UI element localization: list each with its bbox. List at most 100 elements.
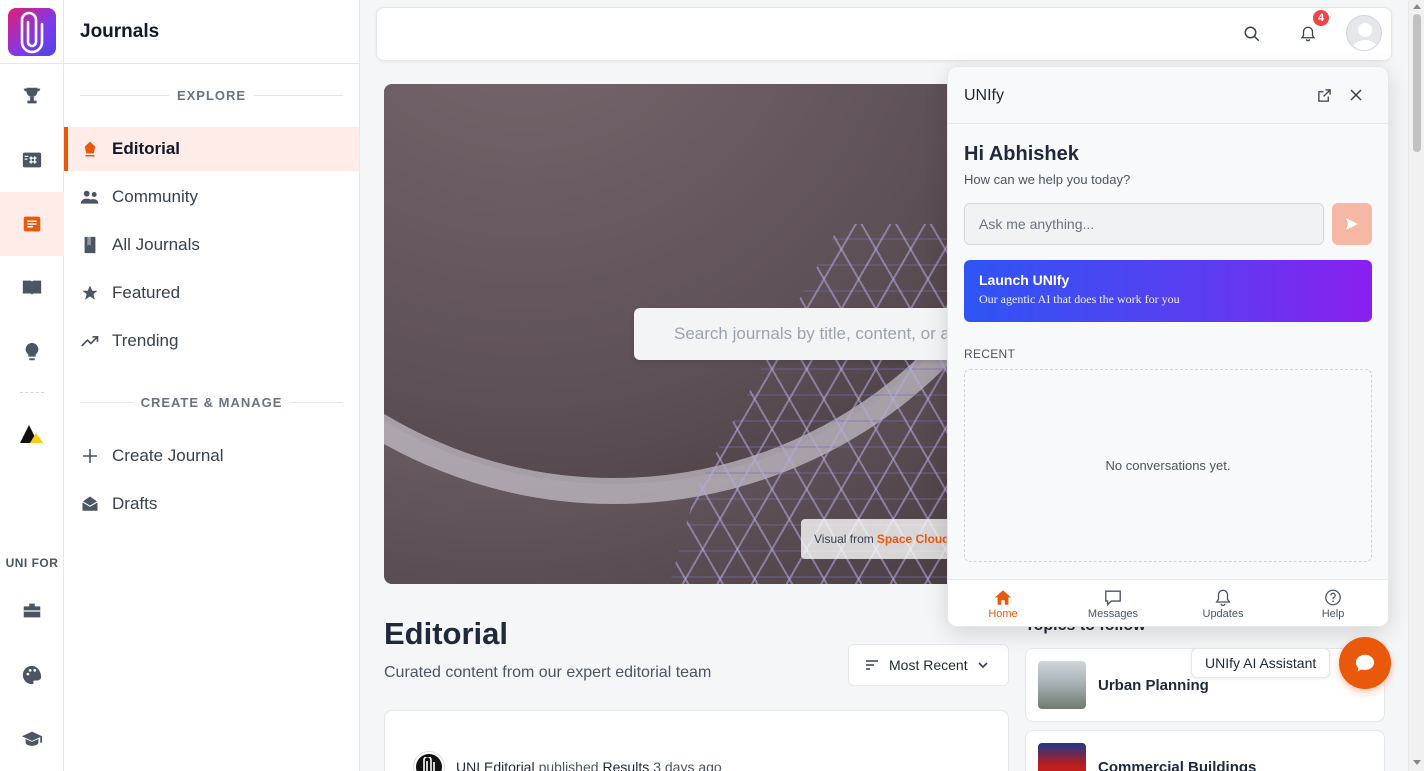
sidebar-item-label: All Journals (112, 235, 200, 254)
rail-library[interactable] (0, 256, 64, 320)
send-button[interactable] (1332, 203, 1372, 245)
post-meta: UNI Editorial published Results 3 days a… (414, 752, 726, 771)
sort-label: Most Recent (889, 657, 968, 673)
envelope-open-icon (80, 494, 100, 514)
briefcase-icon (23, 603, 41, 618)
sidebar-item-trending[interactable]: Trending (64, 319, 359, 363)
chat-input[interactable] (964, 203, 1324, 245)
rail-partner[interactable] (0, 402, 64, 466)
topic-thumbnail (1038, 661, 1086, 709)
tab-label: Updates (1202, 607, 1244, 620)
rail-trophy[interactable] (0, 64, 64, 128)
image-credit: Visual from Space Cloud (801, 519, 948, 559)
rail-journals[interactable] (0, 192, 64, 256)
tab-label: Home (988, 607, 1018, 620)
chat-bubble-icon (1355, 654, 1375, 672)
sort-dropdown[interactable]: Most Recent (848, 644, 1009, 686)
external-link-icon (1317, 88, 1331, 102)
partner-triangle-icon (20, 425, 43, 443)
sidebar-item-label: Create Journal (112, 446, 224, 465)
credit-prefix: Visual from (814, 532, 874, 546)
sidebar-item-featured[interactable]: Featured (64, 271, 359, 315)
tab-help[interactable]: Help (1278, 580, 1388, 626)
topic-card[interactable]: Commercial Buildings (1025, 730, 1385, 771)
chat-greeting: Hi Abhishek (964, 143, 1079, 165)
graduation-cap-icon (21, 731, 43, 746)
rail-directory[interactable] (0, 128, 64, 192)
scrollbar-thumb[interactable] (1413, 14, 1421, 152)
paperclip-logo-icon (20, 11, 44, 54)
search-icon (1244, 26, 1260, 42)
trending-up-icon (80, 331, 100, 351)
launch-unify-button[interactable]: Launch UNIfy Our agentic AI that does th… (964, 260, 1372, 322)
scroll-down-arrow-icon[interactable] (1413, 760, 1421, 765)
post-author-link[interactable]: UNI Editorial (456, 759, 535, 771)
chat-title: UNIfy (964, 87, 1004, 104)
open-book-icon (22, 280, 42, 296)
post-time: 3 days ago (653, 759, 722, 771)
header-divider (64, 63, 359, 64)
rail-business[interactable] (0, 579, 64, 643)
sidebar-item-drafts[interactable]: Drafts (64, 482, 359, 526)
send-icon (1346, 218, 1358, 230)
trophy-icon (23, 87, 41, 104)
recent-conversations: No conversations yet. (964, 369, 1372, 562)
sidebar-item-create-journal[interactable]: Create Journal (64, 434, 359, 478)
page-title: Journals (80, 21, 160, 42)
sidebar-item-label: Community (112, 187, 198, 206)
section-subtitle: Curated content from our expert editoria… (384, 664, 712, 681)
sidebar-item-community[interactable]: Community (64, 175, 359, 219)
sidebar-item-label: Drafts (112, 494, 158, 513)
tab-home[interactable]: Home (948, 580, 1058, 626)
rail-education[interactable] (0, 707, 64, 771)
sidebar-item-label: Trending (112, 331, 179, 350)
chat-tabbar: Home Messages Updates Help (948, 579, 1388, 626)
uni-for-label: UNI FOR (5, 556, 59, 570)
section-title: Editorial (384, 616, 509, 651)
ai-assistant-button[interactable] (1339, 637, 1391, 689)
close-icon (1350, 89, 1362, 101)
bell-icon (1215, 589, 1231, 606)
topic-name: Commercial Buildings (1098, 758, 1257, 771)
sidebar-item-editorial[interactable]: Editorial (64, 127, 359, 171)
launch-title: Launch UNIfy (979, 272, 1070, 288)
close-chat-button[interactable] (1344, 83, 1368, 107)
chat-header: UNIfy (948, 67, 1388, 124)
app-logo[interactable] (8, 8, 56, 56)
sidebar-item-all-journals[interactable]: All Journals (64, 223, 359, 267)
bell-icon (1300, 26, 1316, 42)
search-input-placeholder[interactable]: Search journals by title, content, or au… (674, 324, 948, 344)
chat-subgreeting: How can we help you today? (964, 172, 1131, 187)
people-icon (80, 187, 100, 207)
author-avatar[interactable] (414, 752, 444, 771)
post-item-link[interactable]: Results (603, 759, 650, 771)
search-button[interactable] (1236, 18, 1268, 50)
help-circle-icon (1325, 589, 1341, 605)
sort-icon (866, 660, 878, 670)
create-manage-section-label: CREATE & MANAGE (80, 395, 343, 410)
explore-section-label: EXPLORE (80, 88, 343, 103)
star-icon (80, 283, 100, 303)
hashtag-card-icon (22, 152, 42, 168)
page-scrollbar[interactable] (1408, 0, 1424, 771)
tab-updates[interactable]: Updates (1168, 580, 1278, 626)
rail-creators[interactable] (0, 643, 64, 707)
topic-thumbnail (1038, 743, 1086, 771)
user-avatar[interactable] (1346, 15, 1382, 51)
notification-count-badge: 4 (1313, 10, 1329, 26)
credit-source-link[interactable]: Space Cloud (877, 532, 948, 546)
empty-state-text: No conversations yet. (1105, 458, 1231, 473)
book-icon (80, 235, 100, 255)
home-icon (994, 589, 1012, 605)
open-external-button[interactable] (1312, 83, 1336, 107)
icon-rail: UNI FOR (0, 0, 64, 771)
scroll-up-arrow-icon[interactable] (1413, 4, 1421, 9)
tab-messages[interactable]: Messages (1058, 580, 1168, 626)
journal-search-field[interactable]: Search journals by title, content, or au… (634, 308, 948, 360)
paperclip-logo-icon (423, 757, 435, 771)
sidebar-item-label: Featured (112, 283, 181, 302)
rail-divider (20, 392, 44, 393)
plus-icon (80, 446, 100, 466)
post-verb: published (538, 759, 599, 771)
rail-ideas[interactable] (0, 320, 64, 384)
